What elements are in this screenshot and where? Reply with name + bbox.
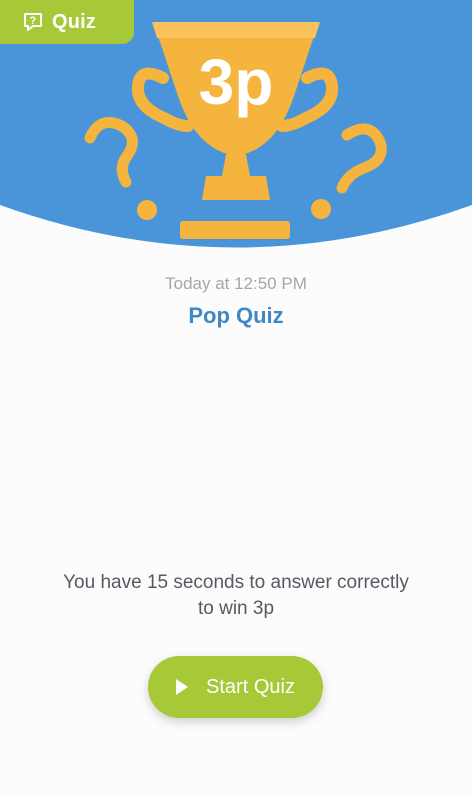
svg-text:?: ? xyxy=(30,15,37,27)
trophy-amount: 3p xyxy=(199,46,274,118)
quiz-category-tag: ? Quiz xyxy=(0,0,134,44)
quiz-tag-label: Quiz xyxy=(52,10,97,33)
page-title: Pop Quiz xyxy=(188,303,284,328)
quiz-timestamp: Today at 12:50 PM xyxy=(165,274,307,293)
speech-bubble-question-icon: ? xyxy=(24,13,42,31)
quiz-screen: 3p ? Quiz Today at 12:50 PM Pop Quiz You… xyxy=(0,0,472,798)
start-quiz-label: Start Quiz xyxy=(206,675,295,698)
play-icon xyxy=(176,679,189,695)
quiz-instructions: You have 15 seconds to answer correctly … xyxy=(63,572,409,619)
start-quiz-button[interactable]: Start Quiz xyxy=(148,656,323,718)
